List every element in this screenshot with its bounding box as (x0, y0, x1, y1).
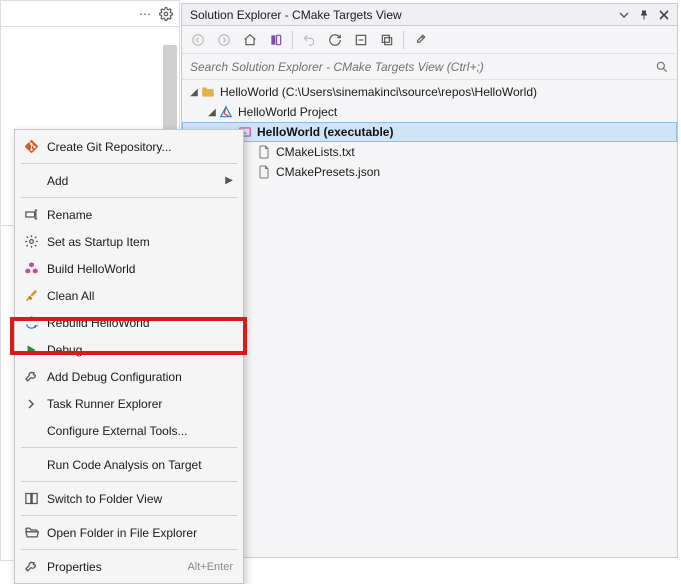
menu-label: Run Code Analysis on Target (47, 458, 233, 472)
switch-views-icon[interactable] (264, 28, 288, 52)
open-folder-icon (21, 523, 41, 543)
menu-configure-external-tools[interactable]: Configure External Tools... (15, 417, 243, 444)
menu-build[interactable]: Build HelloWorld (15, 255, 243, 282)
tree-label: HelloWorld (executable) (257, 125, 393, 139)
git-icon (21, 137, 41, 157)
tree-label: HelloWorld (C:\Users\sinemakinci\source\… (220, 85, 537, 99)
menu-create-git-repository[interactable]: Create Git Repository... (15, 133, 243, 160)
menu-separator (21, 447, 237, 448)
menu-label: Task Runner Explorer (47, 397, 233, 411)
copy-icon[interactable] (375, 28, 399, 52)
separator (292, 31, 293, 49)
gear-icon (21, 232, 41, 252)
back-icon[interactable] (186, 28, 210, 52)
search-placeholder: Search Solution Explorer - CMake Targets… (190, 60, 655, 74)
folder-icon (200, 84, 216, 100)
project-tree: ◢ HelloWorld (C:\Users\sinemakinci\sourc… (182, 80, 677, 557)
menu-label: Add Debug Configuration (47, 370, 233, 384)
menu-rename[interactable]: Rename (15, 201, 243, 228)
rebuild-icon (21, 313, 41, 333)
cmake-project-icon (218, 104, 234, 120)
panel-toolbar (182, 26, 677, 54)
play-icon (21, 340, 41, 360)
context-menu: Create Git Repository... Add ▶ Rename Se… (14, 129, 244, 584)
spacer (21, 455, 41, 475)
menu-add[interactable]: Add ▶ (15, 167, 243, 194)
tree-file[interactable]: CMakePresets.json (182, 162, 677, 182)
menu-separator (21, 481, 237, 482)
menu-clean-all[interactable]: Clean All (15, 282, 243, 309)
spacer (21, 421, 41, 441)
tree-file[interactable]: CMakeLists.txt (182, 142, 677, 162)
menu-label: Build HelloWorld (47, 262, 233, 276)
menu-label: Clean All (47, 289, 233, 303)
menu-shortcut: Alt+Enter (187, 561, 233, 573)
forward-icon[interactable] (212, 28, 236, 52)
file-icon (256, 144, 272, 160)
menu-separator (21, 515, 237, 516)
menu-label: Rename (47, 208, 233, 222)
properties-icon[interactable] (408, 28, 432, 52)
pin-icon[interactable] (635, 6, 653, 24)
search-bar[interactable]: Search Solution Explorer - CMake Targets… (182, 54, 677, 80)
rename-icon (21, 205, 41, 225)
menu-add-debug-configuration[interactable]: Add Debug Configuration (15, 363, 243, 390)
scrollbar-thumb[interactable] (163, 45, 177, 133)
tree-project[interactable]: ◢ HelloWorld Project (182, 102, 677, 122)
gear-icon[interactable] (159, 7, 173, 21)
panel-header: Solution Explorer - CMake Targets View (182, 4, 677, 26)
build-icon (21, 259, 41, 279)
menu-label: Debug (47, 343, 233, 357)
solution-explorer-panel: Solution Explorer - CMake Targets View (181, 3, 678, 558)
close-icon[interactable] (655, 6, 673, 24)
undo-icon[interactable] (297, 28, 321, 52)
search-icon[interactable] (655, 60, 669, 74)
menu-label: Create Git Repository... (47, 140, 233, 154)
spacer (21, 171, 41, 191)
more-icon[interactable]: ⋯ (139, 7, 151, 21)
tree-label: HelloWorld Project (238, 105, 337, 119)
wrench-icon (21, 367, 41, 387)
menu-separator (21, 163, 237, 164)
menu-separator (21, 549, 237, 550)
tree-target-selected[interactable]: HelloWorld (executable) (182, 122, 677, 142)
chevron-right-icon (21, 394, 41, 414)
file-icon (256, 164, 272, 180)
refresh-icon[interactable] (323, 28, 347, 52)
menu-label: Rebuild HelloWorld (47, 316, 233, 330)
expander-icon[interactable]: ◢ (188, 87, 200, 98)
menu-label: Switch to Folder View (47, 492, 233, 506)
tree-label: CMakePresets.json (276, 165, 380, 179)
menu-task-runner-explorer[interactable]: Task Runner Explorer (15, 390, 243, 417)
menu-label: Add (47, 174, 225, 188)
home-icon[interactable] (238, 28, 262, 52)
expander-icon[interactable]: ◢ (206, 107, 218, 118)
menu-run-code-analysis[interactable]: Run Code Analysis on Target (15, 451, 243, 478)
menu-label: Set as Startup Item (47, 235, 233, 249)
broom-icon (21, 286, 41, 306)
menu-set-startup-item[interactable]: Set as Startup Item (15, 228, 243, 255)
menu-label: Configure External Tools... (47, 424, 233, 438)
tree-root[interactable]: ◢ HelloWorld (C:\Users\sinemakinci\sourc… (182, 82, 677, 102)
tree-label: CMakeLists.txt (276, 145, 355, 159)
dropdown-icon[interactable] (615, 6, 633, 24)
menu-label: Properties (47, 560, 187, 574)
menu-open-in-file-explorer[interactable]: Open Folder in File Explorer (15, 519, 243, 546)
menu-properties[interactable]: Properties Alt+Enter (15, 553, 243, 580)
panel-title: Solution Explorer - CMake Targets View (190, 8, 615, 22)
collapse-all-icon[interactable] (349, 28, 373, 52)
folder-view-icon (21, 489, 41, 509)
wrench-icon (21, 557, 41, 577)
menu-switch-folder-view[interactable]: Switch to Folder View (15, 485, 243, 512)
menu-separator (21, 197, 237, 198)
separator (403, 31, 404, 49)
menu-rebuild[interactable]: Rebuild HelloWorld (15, 309, 243, 336)
submenu-arrow-icon: ▶ (225, 175, 233, 186)
menu-debug[interactable]: Debug (15, 336, 243, 363)
menu-label: Open Folder in File Explorer (47, 526, 233, 540)
